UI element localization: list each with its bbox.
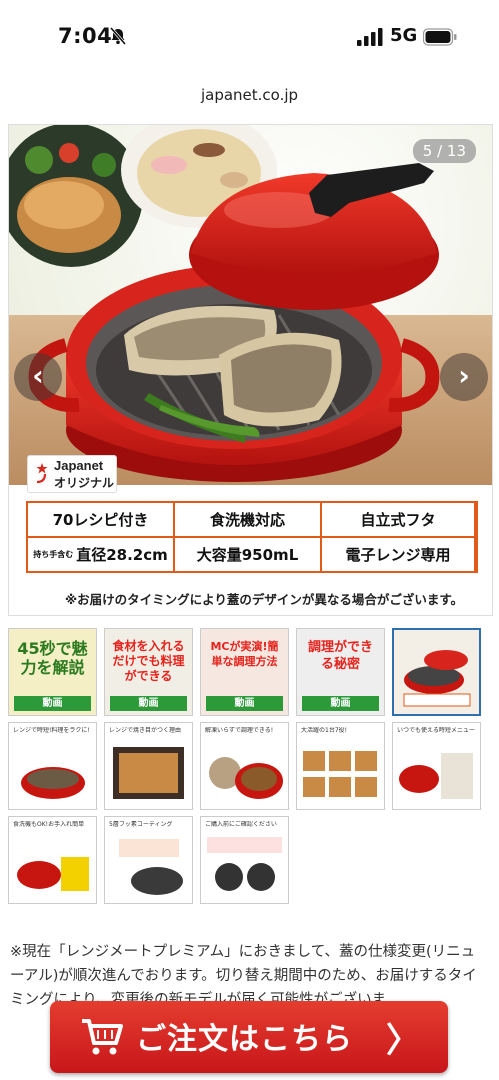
thumbnail-caption: 45秒で魅力を解説 (17, 639, 88, 677)
status-time: 7:04 (58, 24, 113, 48)
chevron-right-icon: 〉 (386, 1021, 420, 1061)
video-label: 動画 (14, 696, 91, 711)
bell-muted-icon (109, 27, 127, 45)
logo-line1: Japanet (54, 458, 104, 473)
thumbnail-caption: MCが実演!簡単な調理方法 (210, 640, 279, 668)
spec-diameter-cell: 持ち手含む 直径28.2cm (28, 538, 173, 571)
thumbnail-image (21, 767, 85, 799)
spec-diameter-note: 持ち手含む (33, 550, 74, 559)
thumbnail-image (399, 753, 473, 799)
network-type: 5G (390, 25, 418, 46)
thumbnail-12[interactable]: 5層フッ素コーティング (104, 816, 193, 904)
video-label: 動画 (110, 696, 187, 711)
thumbnail-caption: 調理ができる秘密 (307, 640, 373, 672)
battery-icon (423, 28, 457, 46)
thumbnail-11[interactable]: 食洗機もOK!お手入れ簡単 (8, 816, 97, 904)
thumbnail-image (17, 857, 89, 891)
image-counter: 5 / 13 (412, 139, 476, 163)
video-label: 動画 (206, 696, 283, 711)
signal-icon (357, 28, 383, 46)
japanet-star-icon (36, 463, 48, 484)
thumbnail-2[interactable]: 食材を入れるだけでも料理ができる 動画 (104, 628, 193, 716)
spec-dishwasher: 食洗機対応 (175, 503, 320, 536)
delivery-note: ※お届けのタイミングにより蓋のデザインが異なる場合がございます。 (65, 592, 464, 607)
thumbnail-6[interactable]: レンジで時短!料理をラクに! (8, 722, 97, 810)
cart-icon (82, 1019, 123, 1055)
order-button-label: ご注文はこちら (136, 1022, 353, 1057)
order-button[interactable]: ご注文はこちら 〉 (50, 1001, 448, 1073)
thumbnail-pot-image (394, 630, 479, 714)
thumbnail-image (209, 757, 283, 799)
thumbnail-9[interactable]: 大活躍の1台7役! (296, 722, 385, 810)
url-bar[interactable]: japanet.co.jp (0, 86, 499, 104)
spec-recipes: 70レシピ付き (28, 503, 173, 536)
prev-image-button[interactable]: ‹ (14, 353, 62, 401)
thumbnail-image (113, 747, 184, 799)
spec-capacity: 大容量950mL (175, 538, 320, 571)
spec-table: 70レシピ付き 食洗機対応 自立式フタ 持ち手含む 直径28.2cm 大容量95… (26, 501, 478, 573)
product-image-gallery[interactable]: 5 / 13 ‹ › Japanet オリジナル 70レシピ付き 食洗機対応 自… (8, 124, 493, 616)
thumbnail-5-selected[interactable] (392, 628, 481, 716)
logo-line2: オリジナル (54, 476, 115, 490)
next-image-button[interactable]: › (440, 353, 488, 401)
thumbnail-image (303, 751, 377, 797)
spec-diameter: 直径28.2cm (76, 546, 168, 564)
thumbnail-7[interactable]: レンジで焼き目がつく理由 (104, 722, 193, 810)
spec-microwave: 電子レンジ専用 (322, 538, 474, 571)
thumbnail-8[interactable]: 解凍いらずで調理できる! (200, 722, 289, 810)
thumbnail-10[interactable]: いつでも使える時短メニュー (392, 722, 481, 810)
thumbnail-3[interactable]: MCが実演!簡単な調理方法 動画 (200, 628, 289, 716)
thumbnail-image (119, 839, 183, 895)
thumbnail-1[interactable]: 45秒で魅力を解説 動画 (8, 628, 97, 716)
japanet-original-logo: Japanet オリジナル (27, 455, 117, 493)
thumbnail-caption: 食材を入れるだけでも料理ができる (112, 639, 185, 683)
thumbnail-image (207, 837, 282, 891)
video-label: 動画 (302, 696, 379, 711)
status-bar: 7:04 5G (0, 0, 499, 76)
thumbnail-4[interactable]: 調理ができる秘密 動画 (296, 628, 385, 716)
thumbnail-13[interactable]: ご購入前にご確認ください (200, 816, 289, 904)
spec-lid: 自立式フタ (322, 503, 474, 536)
